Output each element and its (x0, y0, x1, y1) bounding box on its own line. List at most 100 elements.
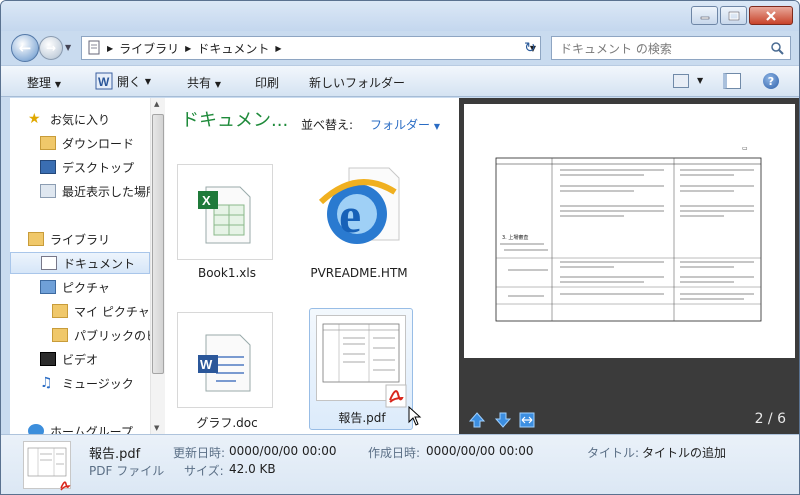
page-indicator: 2 / 6 (754, 411, 786, 427)
pictures-icon (40, 280, 56, 294)
print-button[interactable]: 印刷 (255, 74, 279, 91)
back-button[interactable]: ← (11, 34, 39, 62)
nav-recent[interactable]: 最近表示した場所 (40, 180, 163, 202)
address-bar[interactable]: ▶ ライブラリ ▶ ドキュメント ▶ ▼ (81, 36, 541, 60)
details-filename: 報告.pdf (89, 447, 141, 462)
breadcrumb-sep-icon[interactable]: ▶ (107, 44, 113, 53)
maximize-icon (728, 11, 739, 20)
chevron-down-icon: ▼ (144, 76, 151, 86)
word-document-icon: W (198, 334, 251, 392)
nav-desktop[interactable]: デスクトップ (40, 156, 163, 178)
file-name: 報告.pdf (338, 411, 386, 425)
breadcrumb-libraries[interactable]: ライブラリ (119, 40, 179, 57)
mouse-cursor-icon (408, 406, 422, 426)
file-item[interactable]: X Book1.xls (173, 162, 281, 280)
explorer-window: ← → ▼ ▶ ライブラリ ▶ ドキュメント ▶ ▼ ↻ ドキュメント の検索 … (0, 0, 800, 495)
breadcrumb-documents[interactable]: ドキュメント (197, 40, 269, 57)
arrange-label: 並べ替え: (301, 118, 354, 132)
refresh-icon[interactable]: ↻ (521, 38, 539, 58)
nav-pictures[interactable]: ピクチャ (40, 276, 163, 298)
nav-public-pictures[interactable]: パブリックのピ (52, 324, 163, 346)
svg-text:W: W (200, 357, 213, 372)
search-input[interactable]: ドキュメント の検索 (551, 36, 791, 60)
help-icon[interactable]: ? (763, 73, 779, 89)
open-menu[interactable]: W 開く ▼ (95, 72, 151, 90)
file-thumbnail: W (177, 312, 273, 408)
file-item[interactable]: e PVREADME.HTM (305, 162, 413, 280)
search-placeholder: ドキュメント の検索 (560, 41, 672, 56)
minimize-button[interactable] (691, 6, 718, 25)
preview-page-heading: 3. 上場審査 (502, 235, 529, 241)
nav-documents[interactable]: ドキュメント (10, 252, 150, 274)
view-icon[interactable] (673, 74, 689, 88)
file-item-selected[interactable]: 報告.pdf (309, 308, 413, 430)
minimize-icon (700, 16, 709, 19)
search-icon[interactable] (770, 41, 784, 55)
pdf-icon (60, 481, 71, 491)
nav-videos[interactable]: ビデオ (40, 348, 163, 370)
folder-icon (52, 328, 68, 342)
svg-text:W: W (98, 75, 110, 89)
created-value[interactable]: 0000/00/00 00:00 (426, 444, 534, 458)
pdf-page-content: ▭ (495, 145, 762, 322)
nav-music[interactable]: ♫ ミュージック (40, 372, 163, 394)
back-arrow-icon: ← (18, 39, 32, 57)
share-menu[interactable]: 共有 ▼ (187, 74, 221, 91)
star-icon: ★ (28, 111, 41, 127)
video-icon (40, 352, 56, 366)
title-label: タイトル: (587, 446, 640, 460)
file-item[interactable]: W グラフ.doc (173, 310, 281, 430)
nav-my-pictures[interactable]: マイ ピクチャ (52, 300, 163, 322)
forward-arrow-icon: → (45, 41, 57, 55)
music-icon: ♫ (40, 375, 53, 391)
document-icon (41, 256, 57, 270)
file-name: Book1.xls (197, 266, 256, 280)
navigation-pane: ★ お気に入り ダウンロード デスクトップ 最近表示した場所 ライブラリ ドキュメ… (10, 98, 164, 434)
nav-downloads[interactable]: ダウンロード (40, 132, 163, 154)
nav-homegroup[interactable]: ホームグループ (28, 420, 163, 434)
breadcrumb-sep-icon[interactable]: ▶ (185, 44, 191, 53)
forward-button[interactable]: → (39, 36, 63, 60)
details-pane: 報告.pdf PDF ファイル 更新日時: 0000/00/00 00:00 作… (1, 434, 799, 494)
svg-text:e: e (339, 187, 361, 243)
next-page-icon[interactable] (494, 412, 512, 428)
preview-pane: ▭ 3. 上場審査 2 / 6 (459, 98, 799, 434)
file-thumbnail: X (177, 164, 273, 260)
svg-text:X: X (202, 193, 211, 208)
details-thumbnail (23, 441, 71, 491)
modified-label: 更新日時: (173, 446, 226, 460)
details-filetype: PDF ファイル (89, 464, 165, 478)
view-dropdown-icon[interactable]: ▼ (697, 76, 703, 85)
scroll-thumb[interactable] (152, 114, 164, 374)
svg-text:▭: ▭ (742, 145, 748, 152)
modified-value[interactable]: 0000/00/00 00:00 (229, 444, 337, 458)
scroll-down-icon[interactable]: ▼ (154, 424, 159, 432)
internet-explorer-icon: e (318, 167, 400, 244)
close-button[interactable] (749, 6, 793, 25)
file-list: ドキュメン... 並べ替え: フォルダー ▼ X Book1.xls e PVR… (165, 98, 459, 434)
nav-libraries[interactable]: ライブラリ (28, 228, 163, 250)
fit-width-icon[interactable] (519, 412, 535, 428)
word-icon: W (95, 72, 113, 90)
close-icon (766, 10, 776, 21)
previous-page-icon[interactable] (468, 412, 486, 428)
pdf-thumbnail (316, 315, 407, 408)
organize-menu[interactable]: 整理 ▼ (27, 74, 61, 91)
new-folder-button[interactable]: 新しいフォルダー (309, 74, 405, 91)
nav-favorites[interactable]: ★ お気に入り (28, 108, 163, 130)
scroll-up-icon[interactable]: ▲ (154, 100, 159, 108)
title-value[interactable]: タイトルの追加 (642, 444, 726, 461)
nav-scrollbar[interactable]: ▲ ▼ (150, 98, 165, 434)
breadcrumb-sep-icon[interactable]: ▶ (275, 44, 281, 53)
command-bar: 整理 ▼ W 開く ▼ 共有 ▼ 印刷 新しいフォルダー ▼ ? (1, 65, 799, 97)
history-dropdown-icon[interactable]: ▼ (65, 43, 71, 52)
arrange-dropdown[interactable]: フォルダー ▼ (370, 116, 440, 133)
preview-pane-icon[interactable] (723, 73, 741, 89)
chevron-down-icon: ▼ (433, 122, 440, 131)
maximize-button[interactable] (720, 6, 747, 25)
library-title: ドキュメン... (181, 110, 289, 131)
file-name: グラフ.doc (196, 416, 258, 430)
library-icon (28, 232, 44, 246)
chevron-down-icon: ▼ (214, 80, 221, 89)
excel-icon: X (198, 186, 251, 244)
